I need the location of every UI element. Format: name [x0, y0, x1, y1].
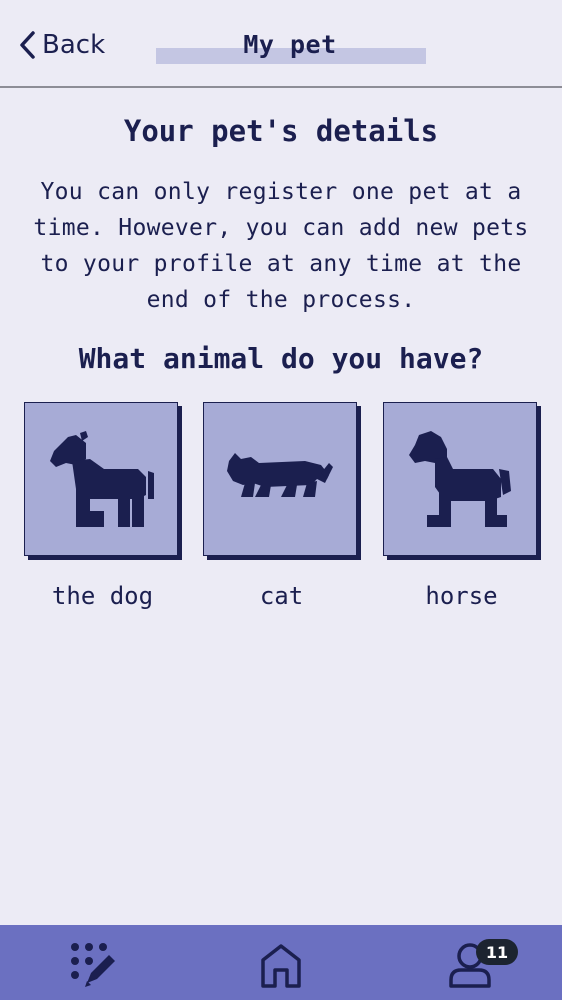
option-label-cat: cat — [259, 582, 304, 610]
option-tile-dog[interactable] — [24, 402, 178, 556]
option-tile-cat[interactable] — [203, 402, 357, 556]
intro-text: You can only register one pet at a time.… — [33, 179, 529, 313]
section-title: Your pet's details — [123, 114, 439, 148]
dog-icon — [50, 431, 154, 527]
question-heading: What animal do you have? — [78, 342, 484, 375]
dots-pencil-icon — [71, 943, 115, 987]
option-cat[interactable]: cat — [203, 402, 360, 610]
bottom-nav: 11 — [0, 925, 562, 1000]
nav-activities[interactable] — [66, 937, 122, 993]
main-content: Your pet's details You can only register… — [0, 90, 562, 610]
horse-icon — [409, 431, 511, 527]
nav-home[interactable] — [253, 937, 309, 993]
top-bar: Back My pet — [0, 0, 562, 88]
option-label-dog: the dog — [51, 582, 154, 610]
option-dog[interactable]: the dog — [24, 402, 181, 610]
option-tile-horse[interactable] — [383, 402, 537, 556]
option-horse[interactable]: horse — [383, 402, 540, 610]
notification-badge: 11 — [476, 939, 518, 965]
option-label-horse: horse — [425, 582, 498, 610]
home-icon — [261, 944, 301, 988]
cat-icon — [227, 453, 333, 497]
page-title: My pet — [243, 30, 337, 59]
